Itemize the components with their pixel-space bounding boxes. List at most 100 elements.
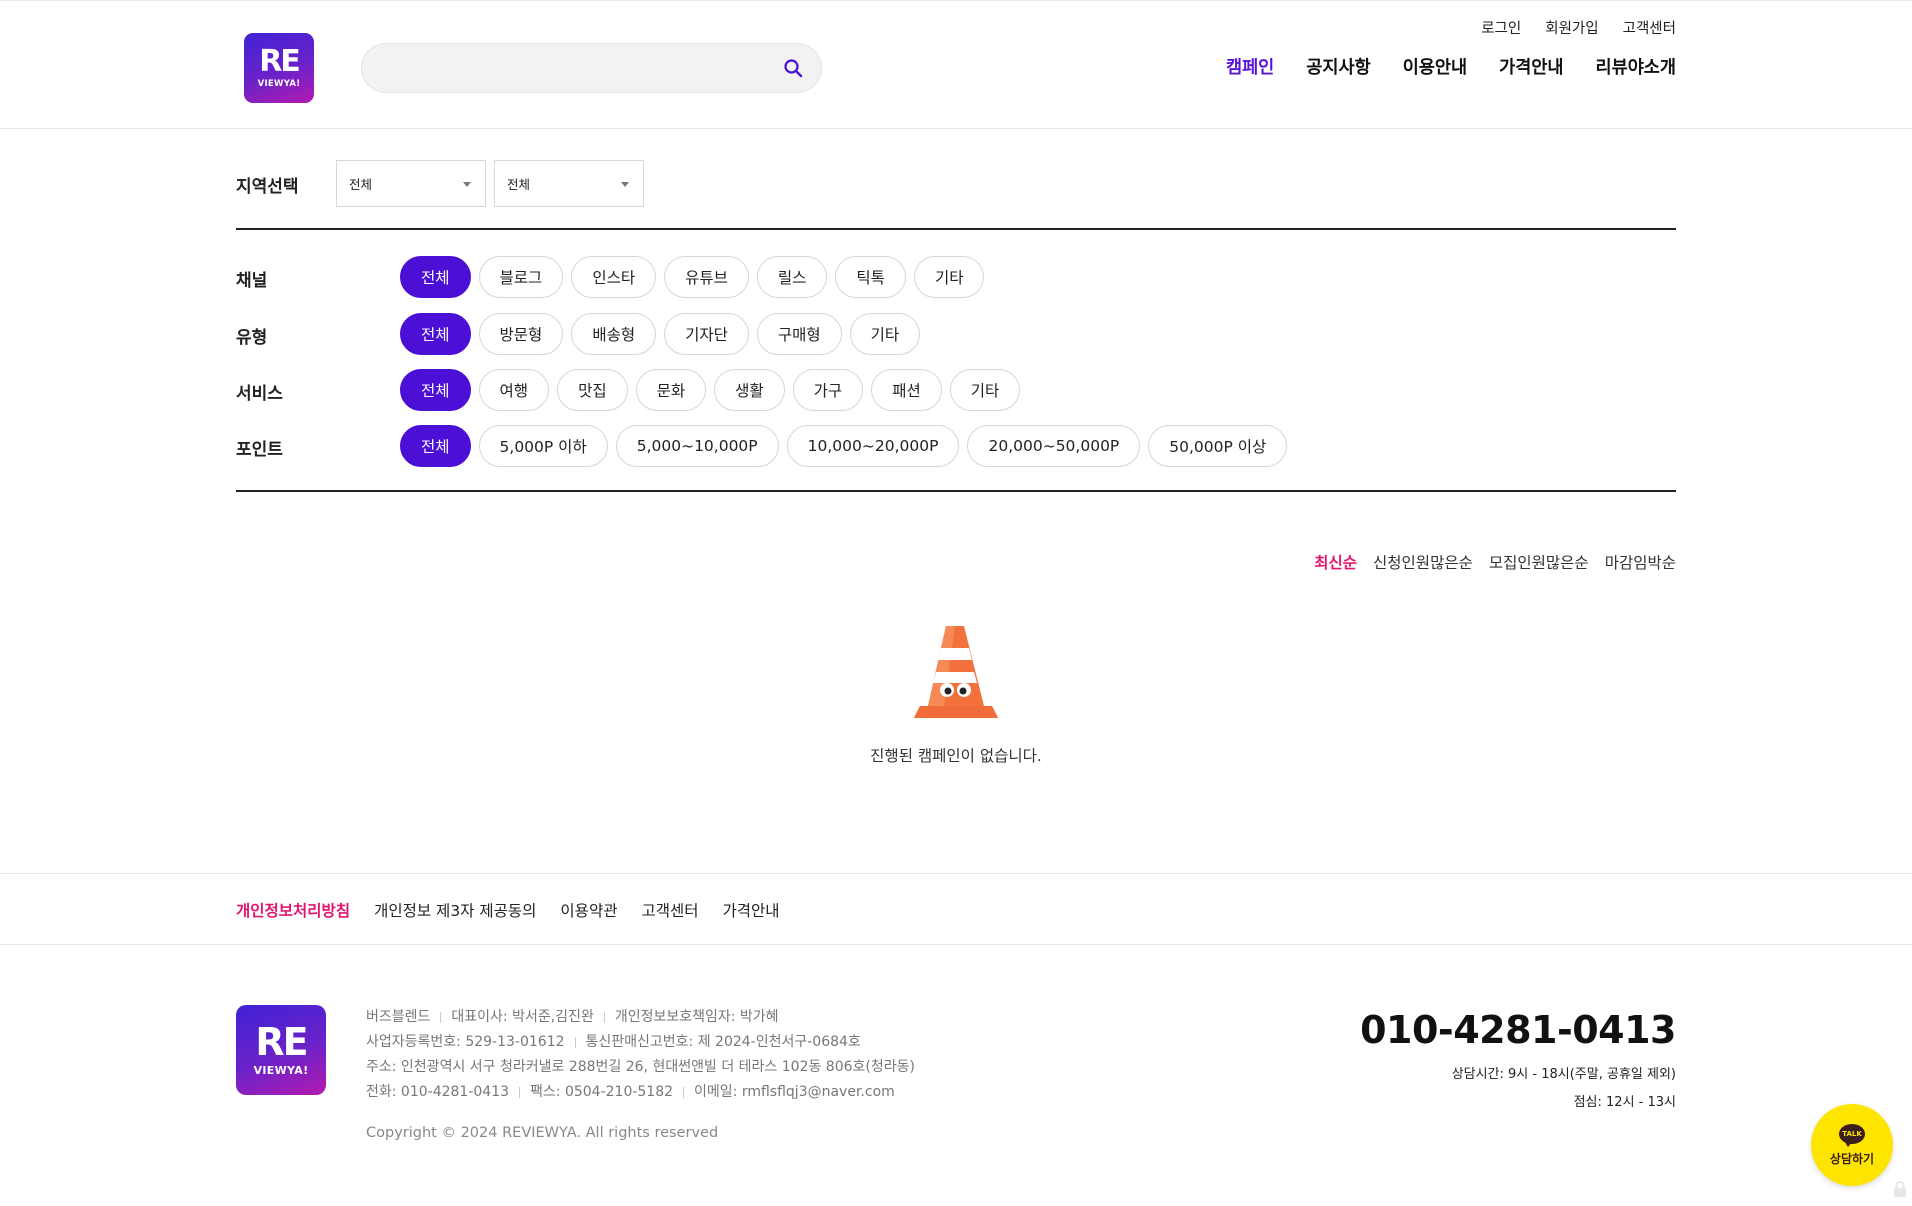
filter-type-chips: 전체 방문형 배송형 기자단 구매형 기타 bbox=[400, 313, 921, 355]
filter-service-chips: 전체 여행 맛집 문화 생활 가구 패션 기타 bbox=[400, 369, 1021, 411]
nav-guide[interactable]: 이용안내 bbox=[1403, 54, 1467, 79]
chip-point-over-50000[interactable]: 50,000P 이상 bbox=[1148, 425, 1288, 467]
support-hours: 상담시간: 9시 - 18시(주말, 공휴일 제외) 점심: 12시 - 13시 bbox=[1452, 1061, 1676, 1117]
chip-point-5000-10000[interactable]: 5,000~10,000P bbox=[615, 425, 779, 467]
region-select-province[interactable]: 전체 bbox=[336, 160, 486, 207]
chip-service-food[interactable]: 맛집 bbox=[557, 369, 628, 411]
filter-service-label: 서비스 bbox=[236, 384, 283, 404]
footer-links: 개인정보처리방침 개인정보 제3자 제공동의 이용약관 고객센터 가격안내 bbox=[0, 873, 1912, 945]
reviewya-logo[interactable]: RE VIEWYA! bbox=[244, 33, 314, 103]
chip-type-etc[interactable]: 기타 bbox=[849, 313, 921, 355]
footer-link-support[interactable]: 고객센터 bbox=[641, 899, 698, 921]
sort-options: 최신순 신청인원많은순 모집인원많은순 마감임박순 bbox=[1314, 551, 1676, 573]
filter-channel: 채널 전체 블로그 인스타 유튜브 릴스 틱톡 기타 bbox=[236, 256, 1676, 298]
chip-service-fashion[interactable]: 패션 bbox=[871, 369, 942, 411]
chip-type-purchase[interactable]: 구매형 bbox=[756, 313, 842, 355]
search-input[interactable] bbox=[382, 44, 772, 92]
company-info: 버즈블렌드 대표이사: 박서준,김진완 개인정보보호책임자: 박가혜 사업자등록… bbox=[366, 1005, 915, 1105]
chip-service-travel[interactable]: 여행 bbox=[478, 369, 550, 411]
login-link[interactable]: 로그인 bbox=[1481, 17, 1521, 38]
sort-latest[interactable]: 최신순 bbox=[1314, 551, 1357, 573]
support-hours-text: 상담시간: 9시 - 18시(주말, 공휴일 제외) bbox=[1451, 1067, 1676, 1082]
chip-point-10000-20000[interactable]: 10,000~20,000P bbox=[786, 425, 960, 467]
chip-channel-instagram[interactable]: 인스타 bbox=[571, 256, 657, 298]
support-lunch-text: 점심: 12시 - 13시 bbox=[1573, 1095, 1676, 1110]
chip-channel-reels[interactable]: 릴스 bbox=[756, 256, 828, 298]
signup-link[interactable]: 회원가입 bbox=[1545, 17, 1598, 38]
chip-type-visit[interactable]: 방문형 bbox=[478, 313, 564, 355]
nav-pricing[interactable]: 가격안내 bbox=[1499, 54, 1563, 79]
chip-point-all[interactable]: 전체 bbox=[400, 425, 471, 467]
company-biz-number: 사업자등록번호: 529-13-01612 bbox=[366, 1034, 565, 1050]
customer-center-link[interactable]: 고객센터 bbox=[1623, 17, 1676, 38]
footer-link-privacy[interactable]: 개인정보처리방침 bbox=[236, 899, 350, 921]
company-row: 버즈블렌드 대표이사: 박서준,김진완 개인정보보호책임자: 박가혜 bbox=[366, 1005, 915, 1030]
region-filter: 지역선택 전체 전체 bbox=[236, 160, 1676, 230]
nav-about[interactable]: 리뷰야소개 bbox=[1596, 54, 1677, 79]
lock-icon bbox=[1894, 1181, 1906, 1197]
empty-message: 진행된 캠페인이 없습니다. bbox=[870, 747, 1042, 765]
kakao-talk-button[interactable]: TALK 상담하기 bbox=[1811, 1104, 1893, 1186]
filter-channel-label: 채널 bbox=[236, 271, 268, 291]
filter-point: 포인트 전체 5,000P 이하 5,000~10,000P 10,000~20… bbox=[236, 425, 1676, 467]
sort-most-applicants[interactable]: 신청인원많은순 bbox=[1373, 551, 1473, 573]
nav-campaign[interactable]: 캠페인 bbox=[1226, 54, 1274, 79]
kakao-talk-icon: TALK bbox=[1839, 1123, 1865, 1147]
company-address: 주소: 인천광역시 서구 청라커낼로 288번길 26, 현대썬앤빌 더 테라스… bbox=[366, 1059, 915, 1075]
company-email: 이메일: rmflsflqj3@naver.com bbox=[694, 1084, 895, 1100]
footer-link-third-party[interactable]: 개인정보 제3자 제공동의 bbox=[374, 899, 536, 921]
nav-notice[interactable]: 공지사항 bbox=[1306, 54, 1370, 79]
chip-channel-youtube[interactable]: 유튜브 bbox=[664, 256, 749, 298]
main-nav: 캠페인 공지사항 이용안내 가격안내 리뷰야소개 bbox=[1226, 54, 1676, 79]
chip-channel-blog[interactable]: 블로그 bbox=[478, 256, 564, 298]
region-select-province-value: 전체 bbox=[349, 177, 373, 192]
chip-type-all[interactable]: 전체 bbox=[400, 313, 471, 355]
filter-type: 유형 전체 방문형 배송형 기자단 구매형 기타 bbox=[236, 313, 1676, 355]
company-name: 버즈블렌드 bbox=[366, 1009, 431, 1025]
footer-link-pricing[interactable]: 가격안내 bbox=[723, 899, 780, 921]
search-icon[interactable] bbox=[783, 58, 803, 78]
company-row: 주소: 인천광역시 서구 청라커낼로 288번길 26, 현대썬앤빌 더 테라스… bbox=[366, 1055, 915, 1080]
traffic-cone-icon bbox=[914, 626, 998, 718]
footer-logo: RE VIEWYA! bbox=[236, 1005, 326, 1095]
chip-point-under-5000[interactable]: 5,000P 이하 bbox=[478, 425, 608, 467]
caret-down-icon bbox=[463, 182, 471, 187]
chip-channel-all[interactable]: 전체 bbox=[400, 256, 471, 298]
support-phone: 010-4281-0413 bbox=[1360, 1008, 1676, 1052]
logo-text: RE bbox=[259, 44, 301, 79]
caret-down-icon bbox=[621, 182, 629, 187]
util-links: 로그인 회원가입 고객센터 bbox=[1481, 17, 1676, 38]
footer-link-terms[interactable]: 이용약관 bbox=[560, 899, 617, 921]
chip-type-delivery[interactable]: 배송형 bbox=[571, 313, 657, 355]
filter-type-label: 유형 bbox=[236, 328, 268, 348]
region-select-city-value: 전체 bbox=[507, 177, 531, 192]
region-select-city[interactable]: 전체 bbox=[494, 160, 644, 207]
filter-point-label: 포인트 bbox=[236, 440, 283, 460]
chip-service-etc[interactable]: 기타 bbox=[949, 369, 1021, 411]
filter-point-chips: 전체 5,000P 이하 5,000~10,000P 10,000~20,000… bbox=[400, 425, 1288, 467]
sort-deadline[interactable]: 마감임박순 bbox=[1605, 551, 1676, 573]
company-phone: 전화: 010-4281-0413 bbox=[366, 1084, 510, 1100]
chip-type-reporter[interactable]: 기자단 bbox=[664, 313, 749, 355]
company-row: 전화: 010-4281-0413 팩스: 0504-210-5182 이메일:… bbox=[366, 1080, 915, 1105]
chip-service-furniture[interactable]: 가구 bbox=[792, 369, 864, 411]
chip-service-culture[interactable]: 문화 bbox=[635, 369, 707, 411]
search-box bbox=[361, 43, 822, 93]
chip-channel-tiktok[interactable]: 틱톡 bbox=[835, 256, 906, 298]
logo-subtext: VIEWYA! bbox=[257, 79, 301, 89]
empty-state: 진행된 캠페인이 없습니다. bbox=[0, 620, 1912, 766]
chip-point-20000-50000[interactable]: 20,000~50,000P bbox=[967, 425, 1141, 467]
company-privacy-officer: 개인정보보호책임자: 박가혜 bbox=[614, 1009, 779, 1025]
sort-most-recruits[interactable]: 모집인원많은순 bbox=[1489, 551, 1589, 573]
company-fax: 팩스: 0504-210-5182 bbox=[530, 1084, 674, 1100]
chip-service-living[interactable]: 생활 bbox=[714, 369, 785, 411]
company-ecommerce-number: 통신판매신고번호: 제 2024-인천서구-0684호 bbox=[585, 1034, 861, 1050]
chip-service-all[interactable]: 전체 bbox=[400, 369, 471, 411]
copyright: Copyright © 2024 REVIEWYA. All rights re… bbox=[366, 1125, 719, 1141]
footer-logo-subtext: VIEWYA! bbox=[253, 1064, 309, 1077]
company-ceo: 대표이사: 박서준,김진완 bbox=[451, 1009, 594, 1025]
campaign-filters: 채널 전체 블로그 인스타 유튜브 릴스 틱톡 기타 유형 전체 방문형 배송형… bbox=[236, 230, 1676, 492]
filter-channel-chips: 전체 블로그 인스타 유튜브 릴스 틱톡 기타 bbox=[400, 256, 985, 298]
region-label: 지역선택 bbox=[236, 177, 299, 197]
chip-channel-etc[interactable]: 기타 bbox=[913, 256, 985, 298]
